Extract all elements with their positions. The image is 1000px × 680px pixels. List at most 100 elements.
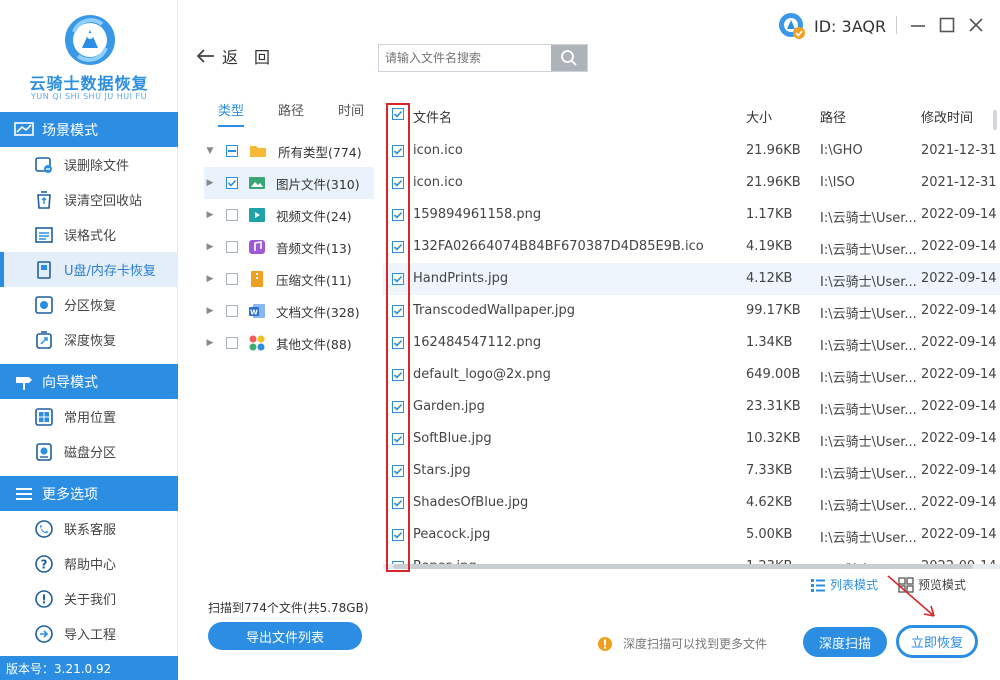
close-button[interactable]	[965, 14, 987, 36]
file-size-cell: 23.31KB	[746, 399, 801, 414]
table-row[interactable]: Peacock.jpg 5.00KB I:\云骑士\User... 2022-09-1…	[383, 519, 1000, 551]
sidebar-item-about-us[interactable]: ! 关于我们	[0, 581, 178, 616]
select-all-checkbox[interactable]	[392, 108, 404, 120]
section-header-more-options: 更多选项	[0, 476, 178, 511]
row-checkbox[interactable]	[392, 465, 404, 477]
sidebar-item-partition-recovery[interactable]: 分区恢复	[0, 287, 178, 322]
sidebar-item-common-locations[interactable]: 常用位置	[0, 399, 178, 434]
table-row[interactable]: 162484547112.png 1.34KB I:\云骑士\User... 2022…	[383, 327, 1000, 359]
table-row[interactable]: Stars.jpg 7.33KB I:\云骑士\User... 2022-09-14 …	[383, 455, 1000, 487]
table-row[interactable]: Garden.jpg 23.31KB I:\云骑士\User... 2022-09-1…	[383, 391, 1000, 423]
sidebar-item-recycle-bin[interactable]: 误清空回收站	[0, 182, 178, 217]
row-checkbox[interactable]	[392, 433, 404, 445]
table-row[interactable]: ShadesOfBlue.jpg 4.62KB I:\云骑士\User... 2022…	[383, 487, 1000, 519]
expand-caret-icon[interactable]: ▶	[204, 274, 216, 284]
tree-row-others[interactable]: ▶ 其他文件(88)	[204, 327, 374, 359]
sidebar-item-import-project[interactable]: 导入工程	[0, 616, 178, 651]
menu-icon	[14, 486, 34, 502]
checkbox-documents[interactable]	[226, 305, 238, 317]
back-button[interactable]: 返 回	[196, 44, 270, 68]
minimize-button[interactable]	[907, 14, 929, 36]
row-checkbox[interactable]	[392, 337, 404, 349]
deep-scan-button[interactable]: 深度扫描	[803, 627, 887, 657]
sidebar-item-disk-partition[interactable]: 磁盘分区	[0, 434, 178, 469]
file-modified-cell: 2022-09-14 (	[921, 367, 1000, 382]
checkbox-images[interactable]	[226, 177, 238, 189]
row-checkbox[interactable]	[392, 273, 404, 285]
checkmark-icon	[393, 275, 403, 283]
sidebar-item-format[interactable]: 误格式化	[0, 217, 178, 252]
column-header-name[interactable]: 文件名	[413, 107, 452, 126]
row-checkbox[interactable]	[392, 241, 404, 253]
horizontal-scrollbar[interactable]	[383, 564, 1000, 569]
expand-caret-icon[interactable]: ▶	[204, 242, 216, 252]
file-path-cell: I:\云骑士\User...	[820, 339, 917, 354]
scan-summary: 扫描到774个文件(共5.78GB)	[208, 601, 369, 615]
table-row[interactable]: icon.ico 21.96KB I:\ISO 2021-12-31 (	[383, 167, 1000, 199]
table-row[interactable]: 132FA02664074B84BF670387D4D85E9B.ico 4.19…	[383, 231, 1000, 263]
file-name-cell: icon.ico	[413, 175, 463, 190]
tree-row-videos[interactable]: ▶ 视频文件(24)	[204, 199, 374, 231]
tree-row-audio[interactable]: ▶ 音频文件(13)	[204, 231, 374, 263]
column-header-path[interactable]: 路径	[820, 107, 846, 126]
list-view-icon	[811, 578, 825, 592]
checkbox-audio[interactable]	[226, 241, 238, 253]
scrollbar-thumb[interactable]	[393, 564, 973, 569]
file-path-cell: I:\云骑士\User...	[820, 243, 917, 258]
tree-row-all-types[interactable]: ▼ 所有类型(774)	[204, 135, 374, 167]
table-row[interactable]: SoftBlue.jpg 10.32KB I:\云骑士\User... 2022-09…	[383, 423, 1000, 455]
tab-time[interactable]: 时间	[338, 100, 364, 125]
tree-row-images[interactable]: ▶ 图片文件(310)	[204, 167, 374, 199]
file-size-cell: 5.00KB	[746, 527, 793, 542]
table-row[interactable]: TranscodedWallpaper.jpg 99.17KB I:\云骑士\Use…	[383, 295, 1000, 327]
table-row[interactable]: default_logo@2x.png 649.00B I:\云骑士\User...…	[383, 359, 1000, 391]
search-button[interactable]	[551, 45, 587, 71]
maximize-button[interactable]	[936, 14, 958, 36]
vertical-scrollbar[interactable]	[993, 110, 998, 560]
tab-path[interactable]: 路径	[278, 100, 304, 125]
recover-now-button[interactable]: 立即恢复	[896, 625, 978, 658]
row-checkbox[interactable]	[392, 497, 404, 509]
expand-caret-icon[interactable]: ▶	[204, 338, 216, 348]
row-checkbox[interactable]	[392, 529, 404, 541]
sidebar-item-deep-recovery[interactable]: 深度恢复	[0, 322, 178, 357]
sidebar-item-contact-support[interactable]: 联系客服	[0, 511, 178, 546]
checkbox-others[interactable]	[226, 337, 238, 349]
column-header-size[interactable]: 大小	[746, 107, 772, 126]
row-checkbox[interactable]	[392, 145, 404, 157]
sidebar-item-usb-recovery[interactable]: U盘/内存卡恢复	[0, 252, 178, 287]
table-row[interactable]: icon.ico 21.96KB I:\GHO 2021-12-31 (	[383, 135, 1000, 167]
checkbox-all-types[interactable]	[226, 145, 238, 157]
expand-caret-icon[interactable]: ▶	[204, 306, 216, 316]
tree-row-archives[interactable]: ▶ 压缩文件(11)	[204, 263, 374, 295]
checkbox-videos[interactable]	[226, 209, 238, 221]
sidebar-item-help-center[interactable]: ? 帮助中心	[0, 546, 178, 581]
tab-type[interactable]: 类型	[218, 100, 245, 127]
table-row[interactable]: 159894961158.png 1.17KB I:\云骑士\User... 2022…	[383, 199, 1000, 231]
preview-mode-button[interactable]: 预览模式	[898, 576, 966, 593]
search-input[interactable]	[379, 45, 551, 71]
user-id-badge[interactable]: ID: 3AQR	[778, 12, 886, 40]
warning-icon	[598, 636, 612, 651]
collapse-caret-icon[interactable]: ▼	[204, 146, 216, 156]
sidebar-item-deleted-files[interactable]: 误删除文件	[0, 147, 178, 182]
other-icon	[249, 335, 265, 351]
checkmark-icon	[393, 371, 403, 379]
checkbox-archives[interactable]	[226, 273, 238, 285]
table-row[interactable]: HandPrints.jpg 4.12KB I:\云骑士\User... 2022-0…	[383, 263, 1000, 295]
export-file-list-button[interactable]: 导出文件列表	[208, 622, 362, 650]
arrow-left-icon	[196, 49, 214, 63]
scrollbar-thumb[interactable]	[993, 110, 997, 130]
column-header-modified[interactable]: 修改时间	[921, 107, 973, 126]
list-mode-button[interactable]: 列表模式	[810, 576, 878, 593]
checkmark-icon	[393, 435, 403, 443]
file-path-cell: I:\ISO	[820, 175, 855, 190]
expand-caret-icon[interactable]: ▶	[204, 178, 216, 188]
row-checkbox[interactable]	[392, 401, 404, 413]
row-checkbox[interactable]	[392, 369, 404, 381]
row-checkbox[interactable]	[392, 177, 404, 189]
row-checkbox[interactable]	[392, 209, 404, 221]
expand-caret-icon[interactable]: ▶	[204, 210, 216, 220]
tree-row-documents[interactable]: ▶ W 文档文件(328)	[204, 295, 374, 327]
row-checkbox[interactable]	[392, 305, 404, 317]
